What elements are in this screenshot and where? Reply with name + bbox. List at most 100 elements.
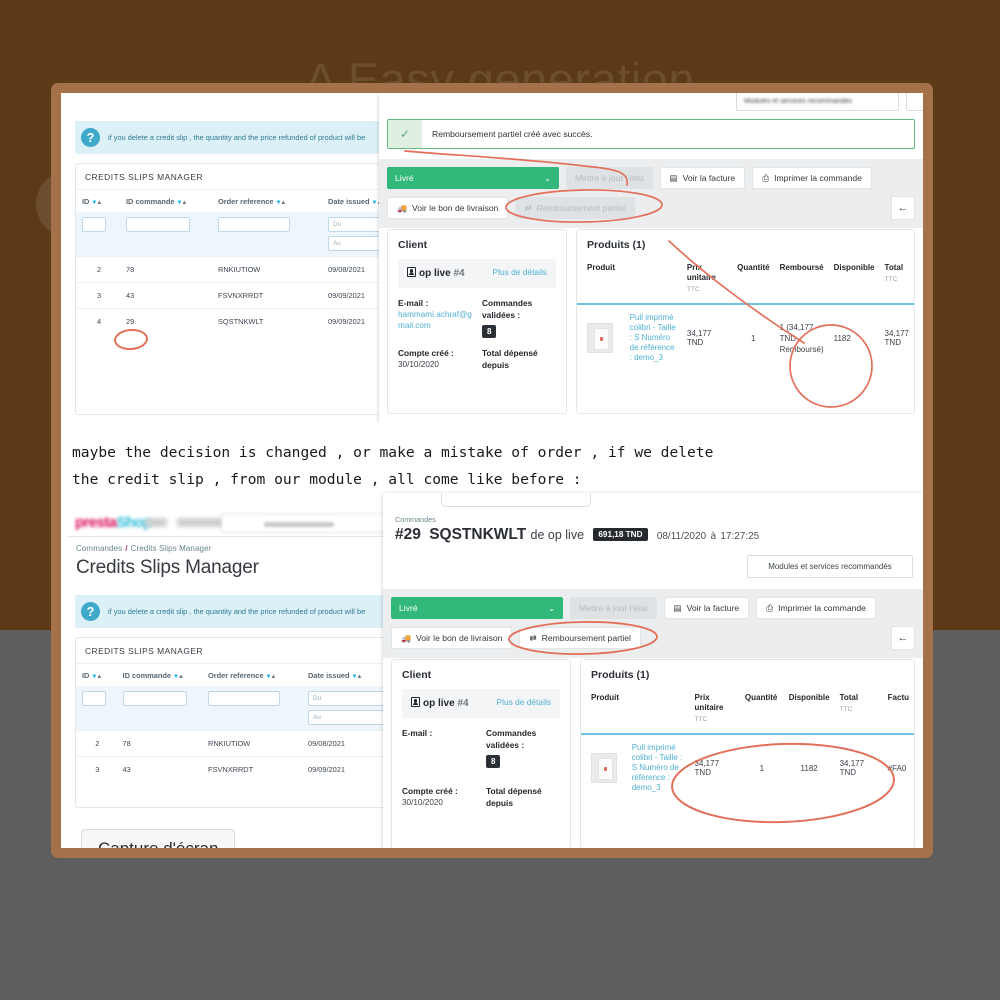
caption-line-1: maybe the decision is changed , or make … xyxy=(72,444,714,461)
cell-reference: SQSTNKWLT xyxy=(212,308,322,334)
partial-refund-button-bottom[interactable]: ⇄ Remboursement partiel xyxy=(519,627,641,649)
person-icon xyxy=(407,267,416,277)
view-invoice-label: Voir la facture xyxy=(686,603,740,613)
col-prix-unitaire: Prix unitaire TTC xyxy=(694,693,724,723)
order-number: #29 xyxy=(395,526,421,543)
cell-id-commande: 78 xyxy=(116,730,202,757)
cell-id: 3 xyxy=(76,282,120,309)
col-date-issued[interactable]: Date issued▼▲ xyxy=(302,664,388,686)
cell-id-commande: 43 xyxy=(116,756,202,782)
col-prix-unitaire: Prix unitaire TTC xyxy=(686,263,716,293)
product-name-link[interactable]: Pull imprimé colibri - Taille : S Numéro… xyxy=(630,313,677,363)
client-card-title: Client xyxy=(398,239,428,251)
back-arrow-icon: ← xyxy=(897,632,909,644)
chevron-down-icon: ⌄ xyxy=(544,173,551,183)
more-details-link-top[interactable]: Plus de détails xyxy=(493,267,547,278)
capture-screenshot-button[interactable]: Capture d'écran xyxy=(81,829,236,848)
email-label: E-mail : xyxy=(398,298,429,308)
partial-refund-label: Remboursement partiel xyxy=(536,203,626,213)
order-total-badge: 691,18 TND xyxy=(593,528,648,541)
product-name-cell: Pull imprimé colibri - Taille : S Numéro… xyxy=(624,303,682,371)
breadcrumb-parent[interactable]: Commandes xyxy=(76,544,122,553)
customer-info-row-1: E-mail : Commandes validées : 8 xyxy=(392,718,570,769)
cell-reference: RNKIUTIOW xyxy=(201,730,302,757)
filter-date-to-input[interactable]: Au ▦ xyxy=(308,710,397,727)
product-name-cell: Pull imprimé colibri - Taille : S Numéro… xyxy=(626,733,690,801)
filter-reference-input[interactable] xyxy=(218,217,290,232)
filter-id-commande-input[interactable] xyxy=(122,691,187,706)
cell-date: 09/08/2021 xyxy=(302,730,388,757)
cell-invoice: #FA0 xyxy=(882,733,914,801)
success-alert-message: Remboursement partiel créé avec succès. xyxy=(432,129,593,139)
delivery-slip-button-bottom[interactable]: 🚚 Voir le bon de livraison xyxy=(391,627,513,649)
view-invoice-button-top[interactable]: ▤ Voir la facture xyxy=(659,167,746,189)
order-title: #29 SQSTNKWLT de op live 691,18 TND 08/1… xyxy=(395,526,911,544)
topbar-menu-ghost-1[interactable] xyxy=(145,518,167,527)
col-produit: Produit xyxy=(587,263,615,272)
order-status-select-top[interactable]: Livré ⌄ xyxy=(387,167,559,189)
filter-id-commande-input[interactable] xyxy=(126,217,190,232)
col-rembourse: Remboursé xyxy=(779,263,824,272)
client-card-bottom: Client op live #4 Plus de détails E-mail… xyxy=(391,659,571,848)
email-value[interactable]: hammami.achraf@gmail.com xyxy=(398,309,472,331)
search-input-ghost[interactable] xyxy=(221,513,391,533)
customer-name-block: op live #4 xyxy=(411,697,469,710)
customer-info-row-2: Compte créé : 30/10/2020 Total dépensé d… xyxy=(392,769,570,809)
cell-reference: FSVNXRRDT xyxy=(201,756,302,782)
filter-id-input[interactable] xyxy=(82,691,106,706)
cell-id: 3 xyxy=(76,756,117,782)
partial-refund-button-top[interactable]: ⇄ Remboursement partiel xyxy=(515,197,635,219)
update-state-label: Mettre à jour l'état xyxy=(579,603,648,613)
filter-id-input[interactable] xyxy=(82,217,106,232)
order-date-separator: à xyxy=(710,531,716,542)
customer-id: #4 xyxy=(453,268,465,279)
screenshot-frame-inner: ? if you delete a credit slip , the quan… xyxy=(61,93,923,848)
reco-button-top[interactable]: Modules et services recommandés xyxy=(736,93,899,111)
filter-id-cell xyxy=(76,686,117,731)
order-breadcrumb: Commandes xyxy=(395,515,436,524)
filter-reference-cell xyxy=(202,686,302,731)
cell-reference: RNKIUTIOW xyxy=(212,256,322,283)
info-banner-text: if you delete a credit slip , the quanti… xyxy=(108,133,366,142)
order-reference: SQSTNKWLT xyxy=(429,526,527,543)
col-id-commande[interactable]: ID commande ▼▲ xyxy=(120,190,212,212)
table-row[interactable]: 3 43 FSVNXRRDT 09/09/2021 xyxy=(76,756,388,782)
print-order-button-top[interactable]: ⎙ Imprimer la commande xyxy=(752,167,872,189)
print-order-label: Imprimer la commande xyxy=(778,603,866,613)
col-order-reference[interactable]: Order reference ▼▲ xyxy=(212,190,322,212)
col-id[interactable]: ID ▼▲ xyxy=(76,190,120,212)
reco-button-bottom[interactable]: Modules et services recommandés xyxy=(747,555,913,578)
filter-reference-cell xyxy=(212,212,322,257)
back-button-bottom[interactable]: ← xyxy=(891,626,915,650)
update-state-button-top[interactable]: Mettre à jour l'état xyxy=(566,167,653,189)
credit-slips-panel-bottom: CREDITS SLIPS MANAGER ID ▼▲ ID commande ▼▲… xyxy=(75,637,397,808)
filter-date-from-input[interactable]: Du ▦ xyxy=(308,691,397,708)
refund-icon: ⇄ xyxy=(529,632,537,643)
col-id-commande[interactable]: ID commande ▼▲ xyxy=(117,664,202,686)
refund-icon: ⇄ xyxy=(524,202,532,213)
order-status-select-bottom[interactable]: Livré ⌄ xyxy=(391,597,563,619)
reco-extra-button-top[interactable] xyxy=(906,93,923,111)
update-state-button-bottom[interactable]: Mettre à jour l'état xyxy=(570,597,657,619)
cell-refunded: 1 (34,177 TND Remboursé) xyxy=(774,303,829,371)
col-order-reference[interactable]: Order reference ▼▲ xyxy=(202,664,302,686)
delivery-slip-button-top[interactable]: 🚚 Voir le bon de livraison xyxy=(387,197,509,219)
products-card-title: Produits (1) xyxy=(591,669,650,681)
print-order-button-bottom[interactable]: ⎙ Imprimer la commande xyxy=(756,597,876,619)
view-invoice-button-bottom[interactable]: ▤ Voir la facture xyxy=(663,597,750,619)
printer-icon: ⎙ xyxy=(762,172,770,183)
action-bar-bottom: Livré ⌄ Mettre à jour l'état ▤ Voir la f… xyxy=(383,589,923,658)
customer-info-row-1: E-mail : hammami.achraf@gmail.com Comman… xyxy=(388,288,566,339)
breadcrumb-current: Credits Slips Manager xyxy=(130,544,212,553)
filter-commande-cell xyxy=(117,686,202,731)
account-created-label: Compte créé : xyxy=(398,348,454,358)
account-created-value: 30/10/2020 xyxy=(398,360,439,369)
col-id[interactable]: ID ▼▲ xyxy=(76,664,117,686)
filter-reference-input[interactable] xyxy=(207,691,280,706)
more-details-link-bottom[interactable]: Plus de détails xyxy=(497,697,551,708)
table-row[interactable]: 2 78 RNKIUTIOW 09/08/2021 xyxy=(76,730,388,757)
back-button-top[interactable]: ← xyxy=(891,196,915,220)
product-name-link[interactable]: Pull imprimé colibri - Taille : S Numéro… xyxy=(632,743,685,793)
col-quantite: Quantité xyxy=(737,263,770,272)
top-order-screenshot: Modules et services recommandés ✓ Rembou… xyxy=(379,93,923,424)
